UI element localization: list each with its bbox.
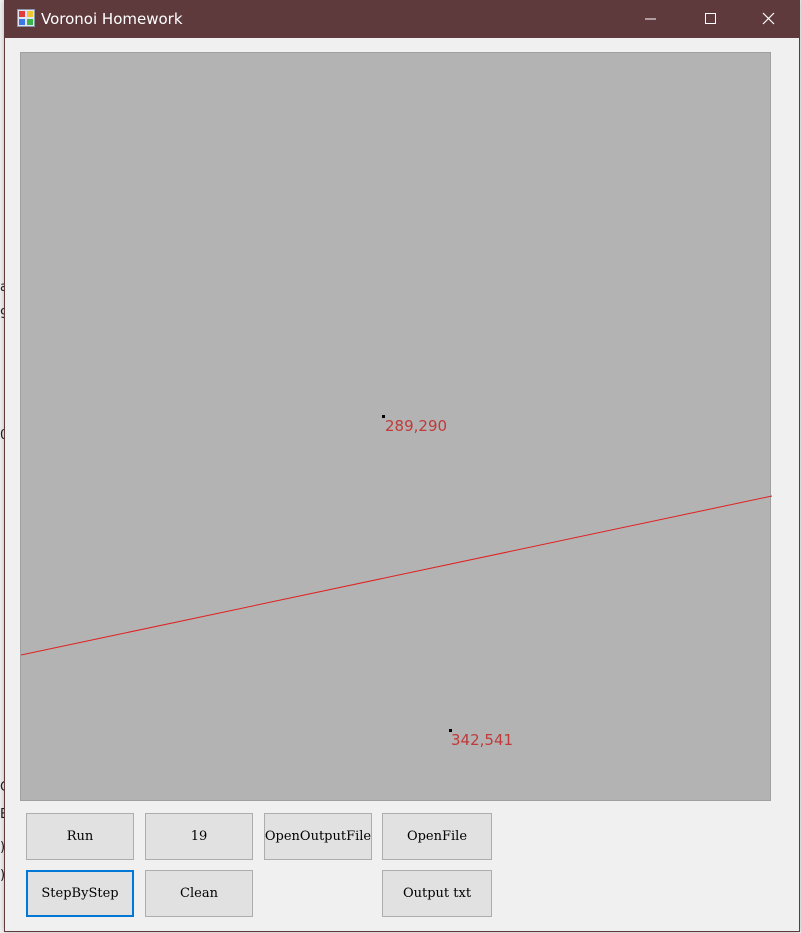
app-window: Voronoi Homework 289,290 342,541 Run 19 … (4, 0, 800, 932)
site-point-label: 342,541 (451, 731, 513, 749)
step-by-step-button[interactable]: StepByStep (26, 870, 134, 917)
counter-button[interactable]: 19 (145, 813, 253, 860)
minimize-icon (645, 18, 656, 20)
close-icon (762, 12, 775, 25)
output-txt-button[interactable]: Output txt (382, 870, 492, 917)
app-icon (17, 9, 35, 27)
site-point-label: 289,290 (385, 417, 447, 435)
clean-button[interactable]: Clean (145, 870, 253, 917)
maximize-icon (705, 13, 716, 24)
voronoi-canvas[interactable]: 289,290 342,541 (20, 52, 772, 801)
open-file-button[interactable]: OpenFile (382, 813, 492, 860)
voronoi-edge (21, 495, 772, 656)
window-title: Voronoi Homework (41, 10, 183, 28)
run-button[interactable]: Run (26, 813, 134, 860)
open-output-file-button[interactable]: OpenOutputFile (264, 813, 372, 860)
title-bar[interactable]: Voronoi Homework (5, 0, 799, 38)
maximize-button[interactable] (687, 0, 733, 38)
close-button[interactable] (746, 0, 792, 38)
minimize-button[interactable] (627, 0, 673, 38)
